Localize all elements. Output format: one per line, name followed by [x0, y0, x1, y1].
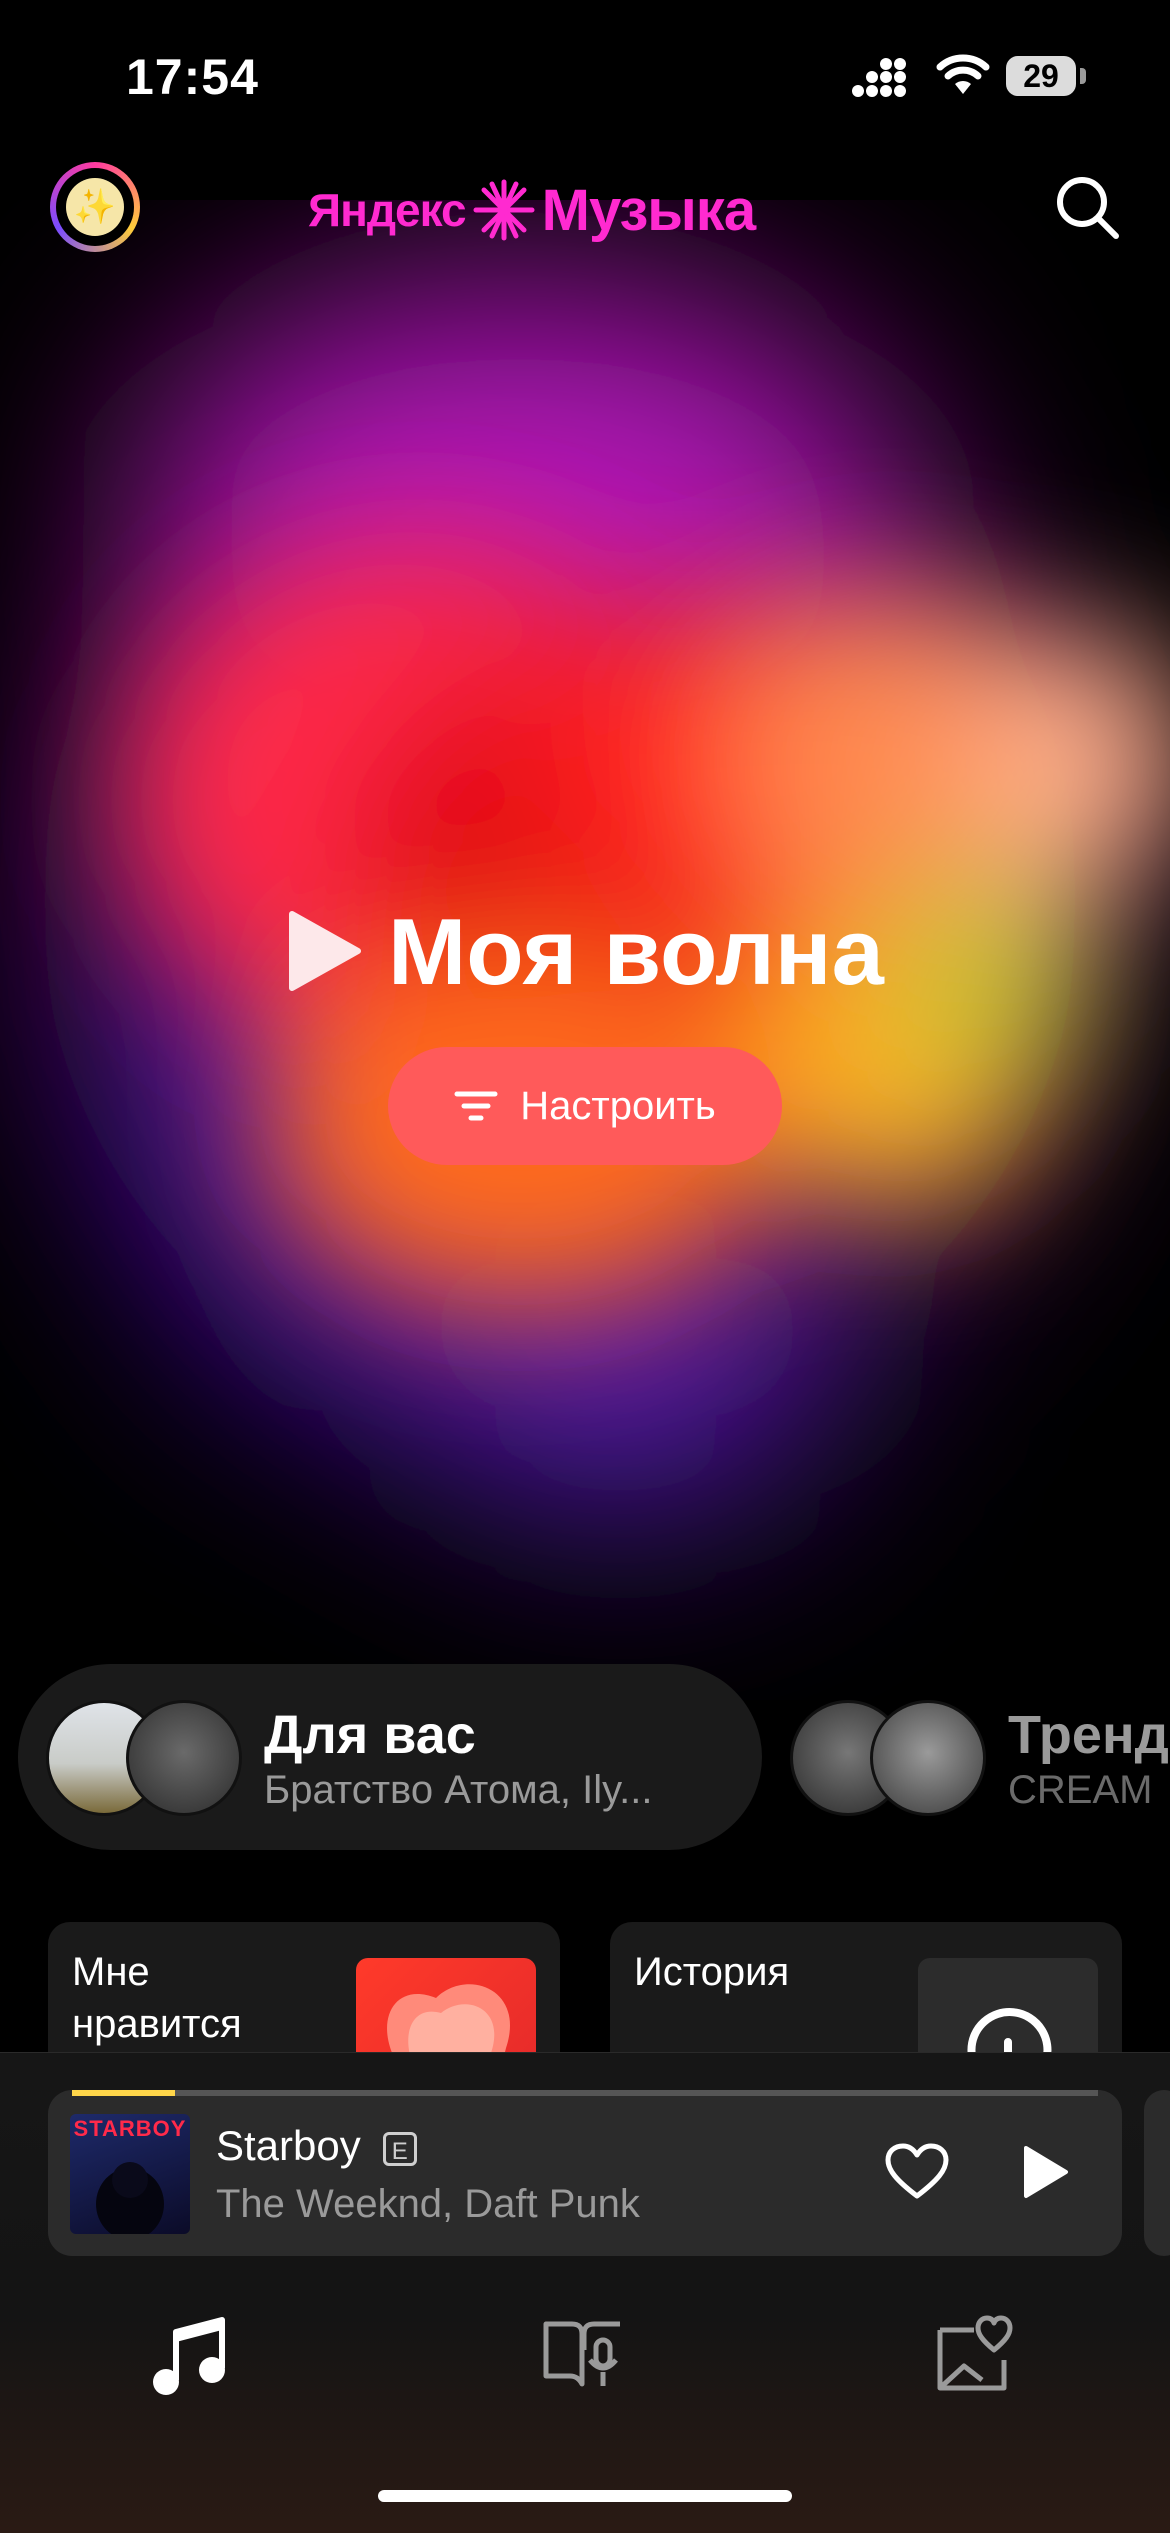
- tile-label: История: [634, 1950, 790, 1994]
- chip-subtitle: Братство Атома, Ily...: [264, 1768, 653, 1812]
- chip-title: Тренд: [1008, 1705, 1169, 1765]
- tile-label: Мне нравится: [72, 1950, 242, 2046]
- tune-button-label: Настроить: [520, 1083, 716, 1128]
- artist-avatar: [126, 1700, 242, 1816]
- home-indicator: [378, 2490, 792, 2502]
- battery-indicator: 29: [1006, 56, 1076, 96]
- logo-text-yandex: Яндекс: [308, 184, 467, 236]
- search-icon[interactable]: [1052, 172, 1122, 242]
- music-note-icon[interactable]: [146, 2310, 236, 2400]
- track-title: Starboy E: [216, 2122, 417, 2170]
- profile-avatar-button[interactable]: ✨: [50, 162, 140, 252]
- play-icon[interactable]: [1020, 2144, 1070, 2200]
- playback-progress-fill: [72, 2090, 175, 2096]
- cellular-signal-icon: [852, 58, 906, 97]
- collection-heart-icon[interactable]: [930, 2310, 1020, 2400]
- album-cover: STARBOY: [70, 2114, 190, 2234]
- chip-trends[interactable]: Тренд CREAM: [780, 1664, 1170, 1850]
- status-time: 17:54: [126, 49, 259, 105]
- sparkle-icon: ✨: [66, 178, 124, 236]
- track-artist: The Weeknd, Daft Punk: [216, 2182, 640, 2226]
- logo-star-icon: [473, 179, 535, 241]
- track-title-text: Starboy: [216, 2122, 361, 2169]
- chip-for-you[interactable]: Для вас Братство Атома, Ily...: [18, 1664, 762, 1850]
- battery-tip: [1080, 68, 1086, 84]
- chip-subtitle: CREAM: [1008, 1768, 1153, 1812]
- playback-progress[interactable]: [72, 2090, 1098, 2096]
- app-logo: Яндекс Музыка: [308, 170, 756, 250]
- play-icon[interactable]: [286, 908, 364, 994]
- podcast-book-icon[interactable]: [538, 2310, 628, 2400]
- heart-icon[interactable]: [884, 2142, 950, 2202]
- wifi-icon: [936, 54, 990, 94]
- explicit-badge: E: [382, 2131, 417, 2166]
- my-wave-title[interactable]: Моя волна: [388, 898, 884, 1006]
- artist-avatar: [870, 1700, 986, 1816]
- album-cover-text: STARBOY: [73, 2116, 187, 2141]
- status-bar: 17:54 29: [0, 0, 1170, 150]
- next-mini-card[interactable]: [1144, 2090, 1170, 2256]
- mini-player[interactable]: STARBOY Starboy E The Weeknd, Daft Punk: [48, 2090, 1122, 2256]
- chip-title: Для вас: [264, 1705, 476, 1765]
- logo-text-music: Музыка: [541, 177, 756, 243]
- filter-icon: [454, 1091, 498, 1121]
- tune-button[interactable]: Настроить: [388, 1047, 782, 1165]
